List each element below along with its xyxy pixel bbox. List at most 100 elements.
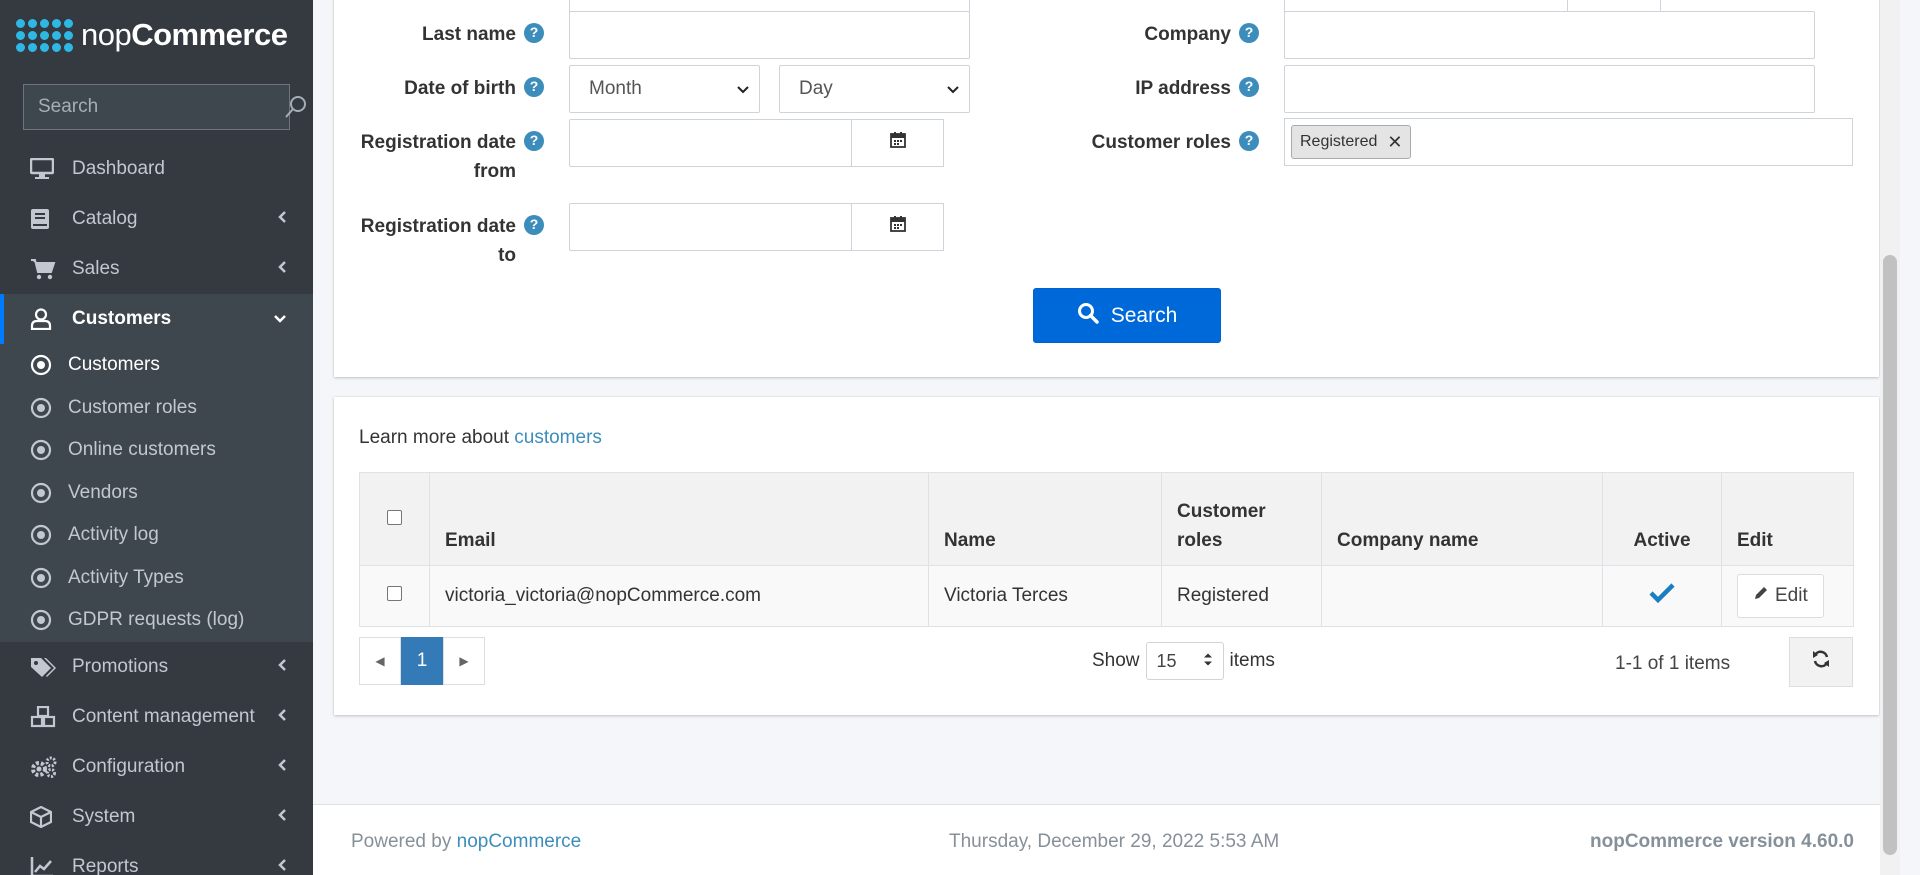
sidebar-item-content-management[interactable]: Content management: [0, 692, 313, 742]
scrollbar-thumb[interactable]: [1883, 255, 1897, 855]
sidebar-item-label: Configuration: [72, 755, 186, 777]
select-all-checkbox[interactable]: [387, 509, 402, 525]
sidebar-item-promotions[interactable]: Promotions: [0, 642, 313, 692]
sidebar-item-dashboard[interactable]: Dashboard: [0, 144, 313, 194]
search-icon[interactable]: [283, 94, 309, 120]
sidebar-item-catalog[interactable]: Catalog: [0, 194, 313, 244]
sidebar-subitem-activity-types[interactable]: Activity Types: [0, 557, 313, 600]
sidebar-subitem-vendors[interactable]: Vendors: [0, 472, 313, 515]
caret-right-icon: ▶: [459, 654, 469, 668]
sidebar-item-label: Promotions: [72, 655, 169, 677]
sidebar-search-input[interactable]: [24, 96, 283, 118]
sidebar-subitem-label: Customers: [68, 354, 160, 376]
company-input[interactable]: [1284, 11, 1815, 59]
learn-more-link[interactable]: customers: [514, 427, 602, 448]
sidebar-subitem-label: Online customers: [68, 439, 216, 461]
dob-day-select[interactable]: Day: [779, 65, 970, 113]
page-number-button[interactable]: 1: [401, 637, 443, 685]
dob-month-value: Month: [589, 78, 642, 99]
last-name-row: Last name?: [334, 20, 544, 49]
sidebar-item-label: Dashboard: [72, 158, 165, 179]
search-button-label: Search: [1110, 303, 1178, 327]
main-content: Last name? Date of birth? Month Day Regi…: [313, 0, 1900, 875]
help-icon[interactable]: ?: [1239, 22, 1259, 43]
reg-from-input[interactable]: [569, 119, 852, 167]
dob-day-value: Day: [799, 78, 833, 99]
sidebar-item-configuration[interactable]: Configuration: [0, 742, 313, 792]
sidebar-subitem-customer-roles[interactable]: Customer roles: [0, 387, 313, 430]
col-active[interactable]: Active: [1602, 472, 1722, 566]
customer-roles-multiselect[interactable]: Registered ✕: [1284, 118, 1853, 166]
col-email[interactable]: Email: [429, 472, 929, 566]
sidebar-search: [23, 84, 306, 130]
cell-company: [1321, 565, 1603, 627]
chevron-left-icon: [277, 208, 287, 230]
circle-dot-icon: [30, 439, 56, 461]
reg-to-calendar-button[interactable]: [851, 203, 944, 251]
col-customer-roles[interactable]: Customer roles: [1161, 472, 1322, 566]
cell-edit: Edit: [1721, 565, 1854, 627]
sidebar-subitem-customers[interactable]: Customers: [0, 344, 313, 387]
help-icon[interactable]: ?: [524, 76, 544, 97]
cubes-icon: [30, 705, 58, 728]
refresh-button[interactable]: [1789, 637, 1853, 687]
vertical-scrollbar[interactable]: [1880, 0, 1900, 875]
sidebar-item-label: System: [72, 805, 136, 827]
footer-nopcommerce-link[interactable]: nopCommerce: [457, 831, 582, 852]
help-icon[interactable]: ?: [1239, 76, 1259, 97]
logo-dots-icon: [16, 18, 73, 52]
dob-month-select[interactable]: Month: [569, 65, 760, 113]
sidebar-subitem-gdpr-requests[interactable]: GDPR requests (log): [0, 599, 313, 642]
help-icon[interactable]: ?: [524, 22, 544, 43]
learn-more-text: Learn more about customers: [359, 427, 602, 448]
pager-info: 1-1 of 1 items: [1615, 653, 1731, 674]
close-icon[interactable]: ✕: [1387, 132, 1402, 153]
sidebar-item-sales[interactable]: Sales: [0, 244, 313, 294]
cell-email: victoria_victoria@nopCommerce.com: [429, 565, 929, 627]
col-edit: Edit: [1721, 472, 1854, 566]
reg-from-calendar-button[interactable]: [851, 119, 944, 167]
edit-button[interactable]: Edit: [1737, 574, 1824, 618]
circle-dot-icon: [30, 354, 56, 376]
col-name[interactable]: Name: [928, 472, 1162, 566]
sort-updown-icon: [1203, 651, 1213, 672]
sidebar-subitem-label: GDPR requests (log): [68, 609, 245, 631]
sidebar-item-reports[interactable]: Reports: [0, 842, 313, 875]
col-company-name[interactable]: Company name: [1321, 472, 1603, 566]
table-row: victoria_victoria@nopCommerce.com Victor…: [359, 565, 1854, 627]
help-icon[interactable]: ?: [524, 130, 544, 151]
sidebar-item-customers[interactable]: Customers: [0, 294, 313, 344]
show-label: Show: [1092, 650, 1140, 671]
page-size-select[interactable]: 15: [1145, 642, 1224, 680]
customers-table: Email Name Customer roles Company name A…: [359, 472, 1854, 627]
search-button[interactable]: Search: [1033, 288, 1221, 343]
help-icon[interactable]: ?: [1239, 130, 1259, 151]
sidebar-subitem-label: Activity log: [68, 524, 159, 546]
sidebar-subitem-online-customers[interactable]: Online customers: [0, 429, 313, 472]
row-checkbox[interactable]: [387, 586, 402, 601]
sidebar-subitem-label: Vendors: [68, 481, 138, 503]
prev-page-button[interactable]: ◀: [359, 637, 401, 685]
reg-to-input[interactable]: [569, 203, 852, 251]
page-size-control: Show 15 items: [1092, 637, 1275, 685]
sidebar-item-label: Customers: [72, 308, 172, 329]
next-page-button[interactable]: ▶: [443, 637, 485, 685]
cell-roles: Registered: [1161, 565, 1322, 627]
sidebar-item-system[interactable]: System: [0, 792, 313, 842]
row-select-cell: [359, 565, 430, 627]
calendar-icon: [889, 131, 907, 155]
role-tag-label: Registered: [1300, 133, 1378, 150]
pencil-icon: [1753, 585, 1769, 607]
dob-label: Date of birth: [404, 78, 516, 99]
role-tag: Registered ✕: [1291, 125, 1412, 159]
help-icon[interactable]: ?: [524, 214, 544, 235]
sidebar-subitem-activity-log[interactable]: Activity log: [0, 514, 313, 557]
ip-input[interactable]: [1284, 65, 1815, 113]
last-name-input[interactable]: [569, 11, 970, 59]
ip-label: IP address: [1135, 78, 1231, 99]
reg-to-label: Registration date: [360, 216, 516, 237]
sidebar-item-label: Content management: [72, 705, 255, 727]
sidebar-subitem-label: Activity Types: [68, 566, 184, 588]
brand-logo[interactable]: nopCommerce: [0, 0, 313, 70]
cell-active: [1602, 565, 1722, 627]
